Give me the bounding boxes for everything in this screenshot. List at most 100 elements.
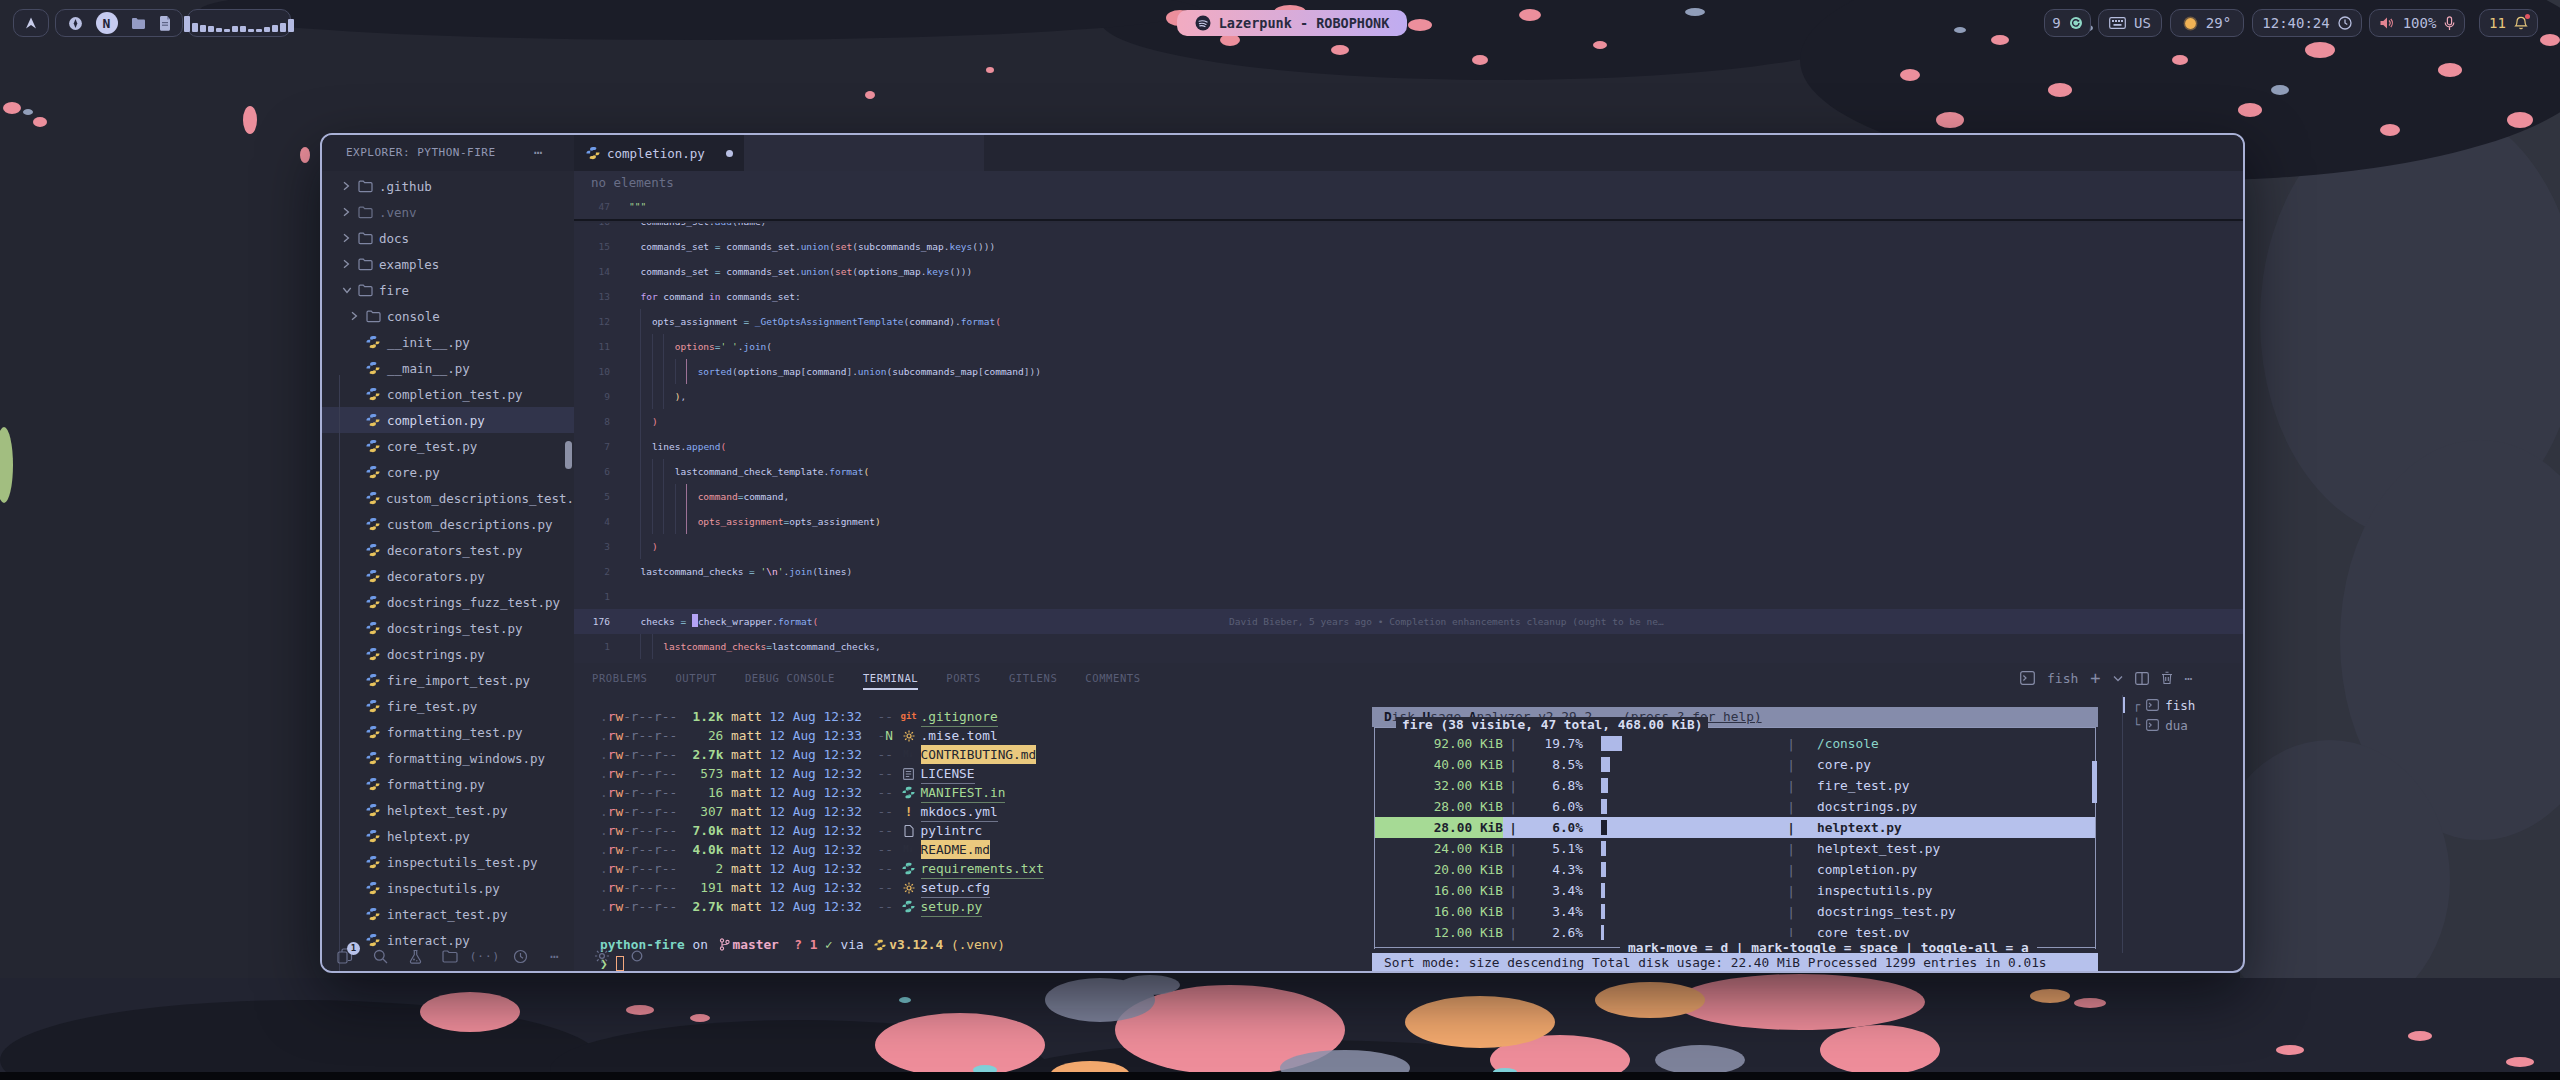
tree-item-formatting-py[interactable]: formatting.py [322, 771, 574, 797]
visualizer-bar [232, 26, 238, 32]
tree-item-completion-test-py[interactable]: completion_test.py [322, 381, 574, 407]
new-terminal-button[interactable]: + [2090, 668, 2100, 688]
dua-row-inspectutils-py[interactable]: 16.00 KiB|3.4%|inspectutils.py [1375, 880, 2095, 901]
tree-item-fire-test-py[interactable]: fire_test.py [322, 693, 574, 719]
dua-row-completion-py[interactable]: 20.00 KiB|4.3%|completion.py [1375, 859, 2095, 880]
updates-pill[interactable]: 9 [2044, 9, 2091, 37]
terminal-filename: pylintrc [921, 821, 983, 841]
testing-beaker-icon[interactable] [406, 947, 424, 965]
dua-row-docstrings-py[interactable]: 28.00 KiB|6.0%|docstrings.py [1375, 796, 2095, 817]
explorer-files-icon[interactable]: 1 [336, 947, 354, 965]
terminal-dropdown-chevron[interactable] [2113, 675, 2123, 682]
remote-icon[interactable]: (··) [476, 947, 494, 965]
dua-scrollbar[interactable] [2092, 761, 2097, 803]
tree-item-formatting-windows-py[interactable]: formatting_windows.py [322, 745, 574, 771]
terminal-list-item-fish[interactable]: ┌fish [2123, 695, 2243, 715]
tree-item-formatting-test-py[interactable]: formatting_test.py [322, 719, 574, 745]
tree-item--main-py[interactable]: __main__.py [322, 355, 574, 381]
dua-row-fire-test-py[interactable]: 32.00 KiB|6.8%|fire_test.py [1375, 775, 2095, 796]
panel-tab-comments[interactable]: COMMENTS [1085, 663, 1140, 693]
terminal-filename: setup.py [921, 897, 983, 917]
workspace-compass-icon[interactable] [68, 16, 83, 31]
volume-pill[interactable]: 100% [2369, 9, 2465, 37]
sidebar-scrollbar[interactable] [565, 441, 572, 469]
more-icon[interactable]: ⋯ [546, 947, 564, 965]
panel-tab-output[interactable]: OUTPUT [675, 663, 717, 693]
keyboard-layout-pill[interactable]: US [2098, 9, 2162, 37]
tree-item-core-py[interactable]: core.py [322, 459, 574, 485]
record-circle-icon[interactable] [628, 947, 646, 965]
search-icon[interactable] [371, 947, 389, 965]
workspace-active[interactable]: N [96, 12, 118, 34]
tree-item--github[interactable]: .github [322, 173, 574, 199]
tree-item-label: decorators.py [387, 569, 485, 584]
tree-item-decorators-py[interactable]: decorators.py [322, 563, 574, 589]
dua-row-helptext-test-py[interactable]: 24.00 KiB|5.1%|helptext_test.py [1375, 838, 2095, 859]
workspace-folder-icon[interactable] [131, 17, 146, 30]
clock-pill[interactable]: 12:40:24 [2252, 9, 2362, 37]
updates-count: 9 [2052, 15, 2060, 31]
tree-item-docs[interactable]: docs [322, 225, 574, 251]
terminal-output[interactable]: .rw-r--r-- 1.2k matt 12 Aug 12:32 -- git… [574, 695, 1370, 973]
folder-icon[interactable] [441, 947, 459, 965]
tree-item-decorators-test-py[interactable]: decorators_test.py [322, 537, 574, 563]
panel-tab-ports[interactable]: PORTS [946, 663, 981, 693]
terminal-list-item-dua[interactable]: └dua [2123, 715, 2243, 735]
dua-row--console[interactable]: 92.00 KiB|19.7%|/console [1375, 733, 2095, 754]
tree-item-inspectutils-py[interactable]: inspectutils.py [322, 875, 574, 901]
terminal-filename: setup.cfg [921, 878, 990, 898]
tree-item--venv[interactable]: .venv [322, 199, 574, 225]
tree-item-inspectutils-test-py[interactable]: inspectutils_test.py [322, 849, 574, 875]
tree-item-console[interactable]: console [322, 303, 574, 329]
tree-item-core-test-py[interactable]: core_test.py [322, 433, 574, 459]
panel-tab-problems[interactable]: PROBLEMS [592, 663, 647, 693]
python-file-icon [366, 595, 381, 609]
panel-more-button[interactable]: ⋯ [2185, 671, 2194, 686]
tree-item-label: fire_test.py [387, 699, 477, 714]
timeline-history-icon[interactable] [511, 947, 529, 965]
terminal-icon [2146, 699, 2159, 711]
dua-disk-usage[interactable]: Disk Usage Analyzer v2.29.2 (press ? for… [1370, 695, 2100, 973]
tree-item-completion-py[interactable]: completion.py [322, 407, 574, 433]
shell-label: fish [2047, 671, 2078, 686]
panel-tab-terminal[interactable]: TERMINAL [863, 663, 918, 693]
panel-tab-debug-console[interactable]: DEBUG CONSOLE [745, 663, 835, 693]
python-file-icon [366, 907, 381, 921]
panel-tab-gitlens[interactable]: GITLENS [1009, 663, 1057, 693]
tree-item-fire[interactable]: fire [322, 277, 574, 303]
split-terminal-icon[interactable] [2135, 672, 2149, 685]
python-file-icon [366, 725, 381, 739]
tab-completion-py[interactable]: completion.py [574, 135, 744, 171]
kill-terminal-icon[interactable] [2161, 671, 2173, 685]
launcher-button[interactable] [13, 9, 49, 37]
tree-item-examples[interactable]: examples [322, 251, 574, 277]
volume-level: 100% [2403, 15, 2437, 31]
tree-item-docstrings-fuzz-test-py[interactable]: docstrings_fuzz_test.py [322, 589, 574, 615]
explorer-header: EXPLORER: PYTHON-FIRE [346, 135, 496, 171]
notifications-pill[interactable]: 11 [2479, 9, 2538, 37]
tree-item-fire-import-test-py[interactable]: fire_import_test.py [322, 667, 574, 693]
explorer-actions-more[interactable]: ⋯ [534, 135, 542, 171]
weather-pill[interactable]: 29° [2170, 9, 2244, 37]
media-player-pill[interactable]: Lazerpunk - ROBOPHONK [1177, 10, 1407, 36]
code-line-3: 3) [574, 534, 2245, 559]
tree-item-helptext-test-py[interactable]: helptext_test.py [322, 797, 574, 823]
tree-item-label: custom_descriptions.py [387, 517, 553, 532]
settings-gear-icon[interactable] [593, 947, 611, 965]
tree-item-docstrings-test-py[interactable]: docstrings_test.py [322, 615, 574, 641]
dua-row-docstrings-test-py[interactable]: 16.00 KiB|3.4%|docstrings_test.py [1375, 901, 2095, 922]
tree-item-label: completion_test.py [387, 387, 522, 402]
dua-row-helptext-py[interactable]: 28.00 KiB|6.0%|helptext.py [1375, 817, 2095, 838]
tree-item-docstrings-py[interactable]: docstrings.py [322, 641, 574, 667]
dua-row-core-py[interactable]: 40.00 KiB|8.5%|core.py [1375, 754, 2095, 775]
tree-item-helptext-py[interactable]: helptext.py [322, 823, 574, 849]
code-editor[interactable]: 16commands_set.add(name) 15commands_set … [574, 223, 2245, 663]
tab-modified-dot[interactable] [726, 150, 733, 157]
tree-item-interact-test-py[interactable]: interact_test.py [322, 901, 574, 927]
tree-item--init-py[interactable]: __init__.py [322, 329, 574, 355]
tree-item-label: console [387, 309, 440, 324]
tree-item-custom-descriptions-py[interactable]: custom_descriptions.py [322, 511, 574, 537]
terminal-file-row: .rw-r--r-- 2.7k matt 12 Aug 12:32 -- set… [600, 897, 982, 916]
tree-item-custom-descriptions-test-[interactable]: custom_descriptions_test.… [322, 485, 574, 511]
workspace-file-icon[interactable] [159, 16, 171, 31]
